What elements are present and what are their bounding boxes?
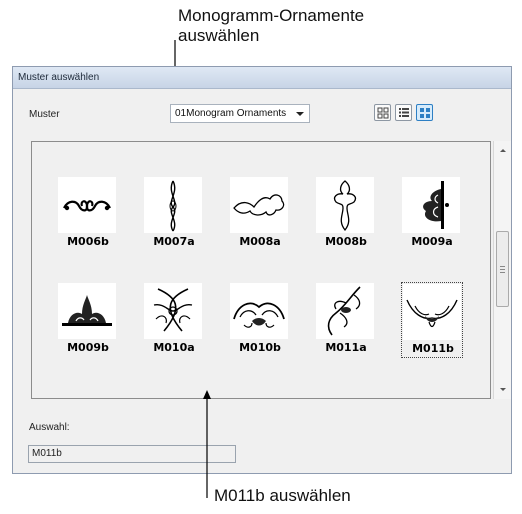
pattern-tile-m009b[interactable]: M009b <box>57 282 119 358</box>
pattern-tile-m006b[interactable]: M006b <box>57 176 119 252</box>
annotation-select-m011b: M011b auswählen <box>214 486 351 505</box>
pattern-tile-m008a[interactable]: M008a <box>229 176 291 252</box>
large-icons-view-icon <box>377 107 389 119</box>
scrollbar-thumb[interactable] <box>496 231 509 307</box>
ornament-icon <box>406 299 458 328</box>
annotation-select-monogram: Monogramm-Ornamente auswählen <box>178 6 364 46</box>
pattern-tile-m008b[interactable]: M008b <box>315 176 377 252</box>
pattern-thumbnail-m006b <box>58 177 116 233</box>
ornament-icon <box>327 286 361 336</box>
pattern-panel: M006b M007a M008a M008b M009a M009b M010… <box>31 141 513 399</box>
ornament-icon <box>169 180 177 232</box>
pattern-tile-m010b[interactable]: M010b <box>229 282 291 358</box>
list-view-icon <box>399 108 409 117</box>
pattern-name: M009b <box>67 341 109 354</box>
grip-line <box>500 266 505 267</box>
pattern-name: M011a <box>325 341 367 354</box>
pattern-tile-m011a[interactable]: M011a <box>315 282 377 358</box>
annotation-line-1: Monogramm-Ornamente <box>178 6 365 25</box>
ornament-icon <box>62 295 112 326</box>
ornament-icon <box>63 200 111 212</box>
pattern-thumbnail-m011b <box>403 284 461 340</box>
pattern-name: M006b <box>67 235 109 248</box>
pattern-name: M008a <box>239 235 281 248</box>
chevron-down-icon <box>296 112 304 116</box>
pattern-thumbnail-m010a <box>144 283 202 339</box>
pattern-name: M009a <box>411 235 453 248</box>
pattern-dropdown[interactable]: 01Monogram Ornaments <box>170 104 310 123</box>
annotation-arrow-bottom <box>203 390 211 498</box>
pattern-dropdown-value: 01Monogram Ornaments <box>175 108 287 119</box>
list-view-button[interactable] <box>395 104 412 121</box>
pattern-thumbnail-m007a <box>144 177 202 233</box>
pattern-name: M011b <box>412 342 454 355</box>
ornament-icon <box>233 194 285 216</box>
grip-line <box>500 269 505 270</box>
thumbnail-view-button[interactable] <box>416 104 433 121</box>
ornament-icon <box>153 288 193 332</box>
pattern-tile-m007a[interactable]: M007a <box>143 176 205 252</box>
pattern-thumbnail-m009a <box>402 177 460 233</box>
ornament-icon <box>333 180 357 232</box>
pattern-name: M007a <box>153 235 195 248</box>
scroll-down-arrow-icon[interactable] <box>500 388 506 391</box>
pattern-thumbnail-m011a <box>316 283 374 339</box>
pattern-grid: M006b M007a M008a M008b M009a M009b M010… <box>31 141 491 399</box>
select-pattern-dialog: Muster auswählen Muster 01Monogram Ornam… <box>12 66 512 474</box>
pattern-thumbnail-m008a <box>230 177 288 233</box>
ornament-icon <box>233 302 285 328</box>
large-icons-view-button[interactable] <box>374 104 391 121</box>
ornament-icon <box>423 181 449 229</box>
scroll-up-arrow-icon[interactable] <box>500 149 506 152</box>
pattern-thumbnail-m009b <box>58 283 116 339</box>
pattern-grid-scrollbar[interactable] <box>493 141 511 399</box>
selection-label: Auswahl: <box>29 422 70 433</box>
dialog-title: Muster auswählen <box>13 67 511 89</box>
pattern-name: M010b <box>239 341 281 354</box>
pattern-tile-m010a[interactable]: M010a <box>143 282 205 358</box>
thumbnail-view-icon <box>420 108 430 118</box>
pattern-tile-m011b[interactable]: M011b <box>401 282 463 358</box>
pattern-name: M010a <box>153 341 195 354</box>
pattern-thumbnail-m008b <box>316 177 374 233</box>
pattern-thumbnail-m010b <box>230 283 288 339</box>
grip-line <box>500 272 505 273</box>
pattern-label: Muster <box>29 109 60 120</box>
annotation-line-2: auswählen <box>178 26 260 45</box>
pattern-name: M008b <box>325 235 367 248</box>
pattern-tile-m009a[interactable]: M009a <box>401 176 463 252</box>
